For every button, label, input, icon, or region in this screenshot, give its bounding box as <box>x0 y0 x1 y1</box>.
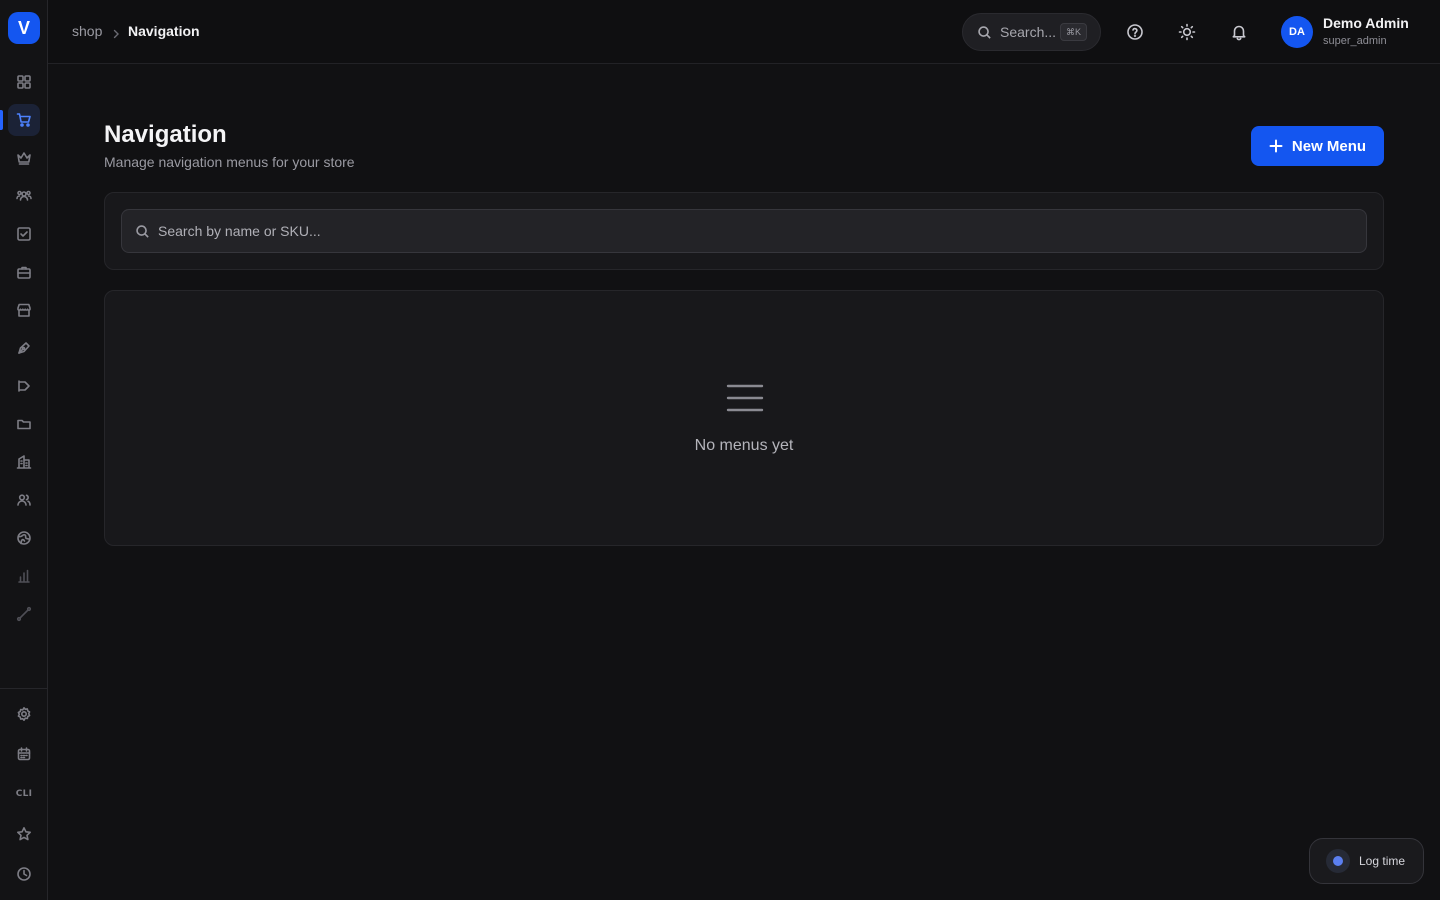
avatar[interactable]: DA <box>1281 16 1313 48</box>
top-bar: shop Navigation Search... ⌘K DA Demo Adm… <box>48 0 1440 64</box>
sidebar-item-company[interactable] <box>8 446 40 478</box>
sidebar-item-calendar[interactable] <box>8 738 40 770</box>
timer-icon <box>1326 849 1350 873</box>
menus-empty-state: No menus yet <box>104 290 1384 546</box>
user-role: super_admin <box>1323 35 1387 47</box>
sidebar-item-customers[interactable] <box>8 180 40 212</box>
chevron-right-icon <box>111 26 121 42</box>
search-icon <box>978 25 991 39</box>
sidebar-item-analytics[interactable] <box>8 560 40 592</box>
briefcase-icon <box>17 266 31 279</box>
global-search-placeholder: Search... <box>1000 24 1057 40</box>
bell-icon <box>1232 25 1246 41</box>
calendar-icon <box>17 747 31 761</box>
new-menu-label: New Menu <box>1291 137 1367 155</box>
sidebar-item-products[interactable] <box>8 256 40 288</box>
storefront-icon <box>17 303 31 317</box>
sidebar-item-marketing[interactable] <box>8 370 40 402</box>
menu-lines-icon <box>725 381 765 415</box>
sun-icon <box>1178 23 1196 41</box>
theme-toggle-button[interactable] <box>1174 19 1200 45</box>
users-group-icon <box>16 190 32 201</box>
checkbox-icon <box>17 227 31 241</box>
breadcrumb-current: Navigation <box>128 23 200 39</box>
search-field <box>121 209 1367 253</box>
sidebar-item-shop[interactable] <box>8 104 40 136</box>
globe-icon <box>17 531 31 545</box>
search-icon <box>136 225 149 238</box>
page-subtitle: Manage navigation menus for your store <box>104 154 355 170</box>
log-time-label: Log time <box>1359 854 1406 868</box>
help-circle-icon <box>1127 24 1143 40</box>
shopping-cart-icon <box>16 113 31 127</box>
new-menu-button[interactable]: New Menu <box>1251 126 1384 166</box>
search-input[interactable] <box>158 210 1358 252</box>
sidebar-active-indicator <box>0 110 3 130</box>
notifications-button[interactable] <box>1226 19 1252 45</box>
keyboard-shortcut-badge: ⌘K <box>1059 23 1087 41</box>
sidebar-item-store[interactable] <box>8 294 40 326</box>
cli-label: CLI <box>15 789 33 799</box>
pen-tool-icon <box>18 342 30 354</box>
log-time-button[interactable]: Log time <box>1309 838 1424 884</box>
sidebar-item-web[interactable] <box>8 522 40 554</box>
sidebar-item-favorites[interactable] <box>8 818 40 850</box>
help-button[interactable] <box>1122 19 1148 45</box>
users-icon <box>17 494 31 506</box>
global-search-button[interactable]: Search... ⌘K <box>962 13 1101 51</box>
sidebar-item-history[interactable] <box>8 858 40 890</box>
sidebar-item-membership[interactable] <box>8 142 40 174</box>
sidebar-item-tasks[interactable] <box>8 218 40 250</box>
sidebar-item-files[interactable] <box>8 408 40 440</box>
page-title: Navigation <box>104 121 227 148</box>
folder-icon <box>17 419 31 430</box>
app-logo[interactable]: V <box>8 12 40 44</box>
dashboard-icon <box>17 75 31 89</box>
megaphone-icon <box>18 380 30 392</box>
plus-icon <box>1269 139 1283 153</box>
crown-icon <box>17 152 31 165</box>
bar-chart-icon <box>18 569 30 583</box>
breadcrumb-shop[interactable]: shop <box>72 23 102 39</box>
search-card <box>104 192 1384 270</box>
sidebar-item-workflows[interactable] <box>8 598 40 630</box>
sidebar-item-team[interactable] <box>8 484 40 516</box>
star-icon <box>17 827 31 841</box>
gear-icon <box>17 707 31 721</box>
sidebar-item-cli[interactable]: CLI <box>8 778 40 810</box>
sidebar-item-design[interactable] <box>8 332 40 364</box>
user-name[interactable]: Demo Admin <box>1323 15 1409 31</box>
workflow-icon <box>16 606 32 622</box>
empty-state-text: No menus yet <box>694 437 794 454</box>
sidebar-item-settings[interactable] <box>8 698 40 730</box>
clock-icon <box>17 867 31 881</box>
sidebar-item-dashboard[interactable] <box>8 66 40 98</box>
sidebar: V CLI <box>0 0 48 900</box>
building-icon <box>16 455 32 469</box>
sidebar-divider <box>0 688 48 689</box>
